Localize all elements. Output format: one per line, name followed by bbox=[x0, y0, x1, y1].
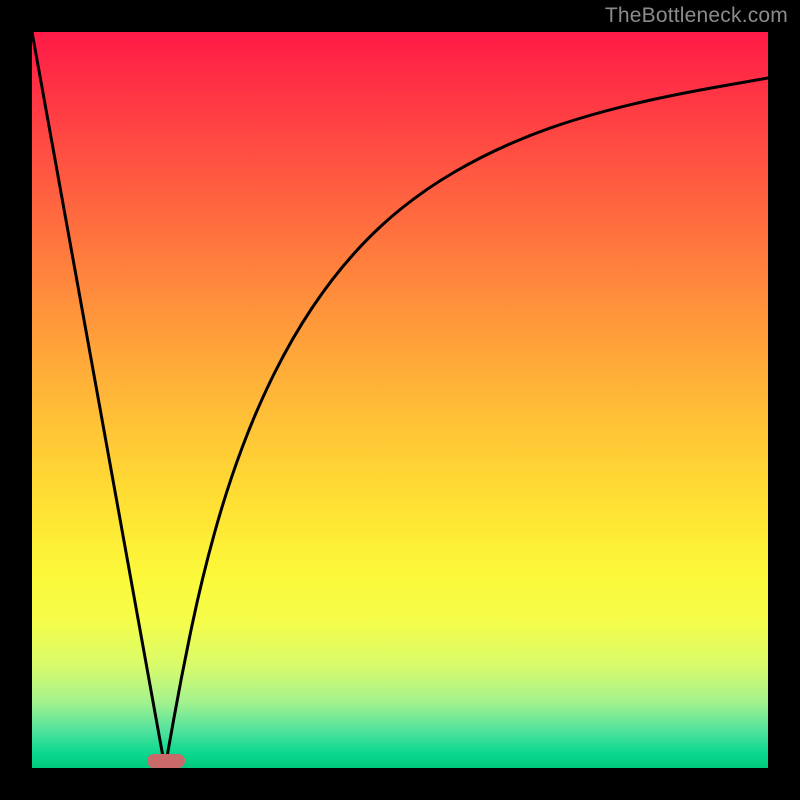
watermark-text: TheBottleneck.com bbox=[605, 4, 788, 28]
outer-frame: TheBottleneck.com bbox=[0, 0, 800, 800]
bottleneck-curve bbox=[32, 32, 768, 768]
plot-area bbox=[32, 32, 768, 768]
optimum-marker bbox=[147, 754, 185, 768]
